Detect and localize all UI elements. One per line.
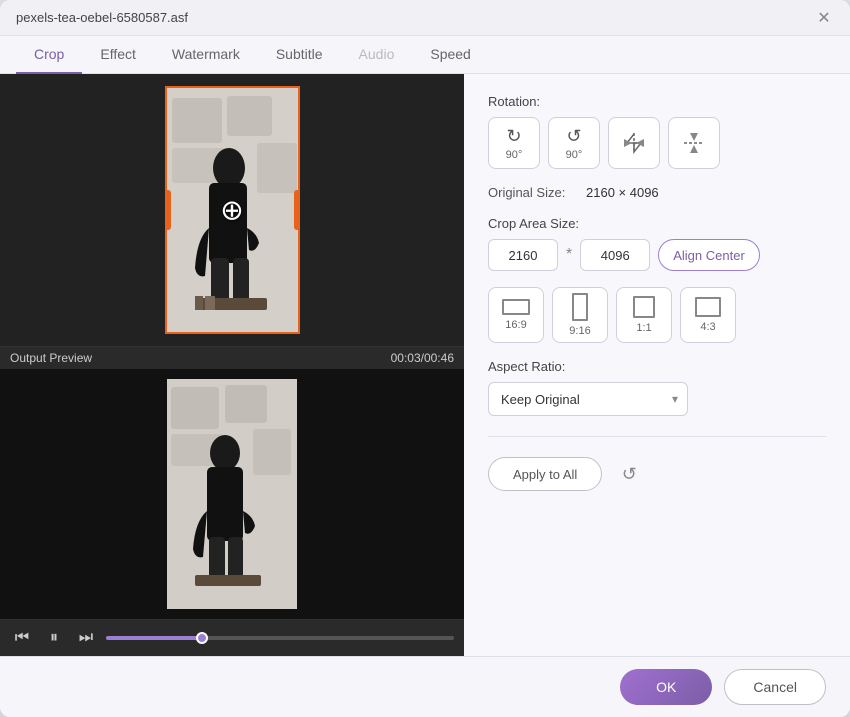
output-preview	[0, 369, 464, 619]
crop-size-sep: *	[566, 246, 572, 264]
rotation-section: Rotation: ↻ 90° ↺ 90°	[488, 94, 826, 169]
progress-thumb[interactable]	[196, 632, 208, 644]
flip-horizontal-button[interactable]	[608, 117, 660, 169]
original-size-value: 2160 × 4096	[586, 185, 659, 200]
playback-controls: ⏮ ⏸ ⏭	[0, 619, 464, 656]
prev-button[interactable]: ⏮	[10, 626, 34, 650]
tab-subtitle[interactable]: Subtitle	[258, 36, 341, 74]
output-frame-image	[167, 379, 297, 609]
progress-bar[interactable]	[106, 636, 454, 640]
cancel-button[interactable]: Cancel	[724, 669, 826, 705]
rotation-label: Rotation:	[488, 94, 826, 109]
reset-button[interactable]: ↺	[614, 459, 644, 489]
aspect-select-wrapper: Keep Original 16:9 9:16 1:1 4:3 Custom ▾	[488, 382, 688, 416]
main-content: ⊕ Output Preview 00:03/00:46	[0, 74, 850, 656]
align-center-button[interactable]: Align Center	[658, 239, 760, 271]
tab-bar: Crop Effect Watermark Subtitle Audio Spe…	[0, 36, 850, 74]
crop-height-input[interactable]	[580, 239, 650, 271]
footer: OK Cancel	[0, 656, 850, 717]
dialog-window: pexels-tea-oebel-6580587.asf ✕ Crop Effe…	[0, 0, 850, 717]
crop-size-row: * Align Center	[488, 239, 826, 271]
output-preview-label: Output Preview	[10, 351, 92, 365]
ratio-16-9-icon	[502, 299, 530, 315]
ratio-9-16-label: 9:16	[569, 325, 590, 337]
ratio-9-16-icon	[572, 293, 588, 321]
crop-handle-left[interactable]	[165, 190, 171, 230]
ratio-16-9-button[interactable]: 16:9	[488, 287, 544, 343]
aspect-ratio-label: Aspect Ratio:	[488, 359, 826, 374]
rotate-ccw-icon: ↺	[566, 126, 581, 147]
ratio-16-9-label: 16:9	[505, 319, 526, 331]
flip-v-icon	[682, 131, 706, 155]
flip-h-icon	[622, 131, 646, 155]
time-display: 00:03/00:46	[391, 351, 454, 365]
rotation-buttons: ↻ 90° ↺ 90°	[488, 117, 826, 169]
crop-area-section: Crop Area Size: * Align Center	[488, 216, 826, 271]
progress-fill	[106, 636, 203, 640]
original-size-section: Original Size: 2160 × 4096	[488, 185, 826, 200]
next-button[interactable]: ⏭	[74, 626, 98, 650]
tab-effect[interactable]: Effect	[82, 36, 154, 74]
settings-panel: Rotation: ↻ 90° ↺ 90°	[464, 74, 850, 656]
aspect-ratio-presets: 16:9 9:16 1:1	[488, 287, 826, 343]
tab-audio: Audio	[341, 36, 413, 74]
tab-watermark[interactable]: Watermark	[154, 36, 258, 74]
ratio-9-16-button[interactable]: 9:16	[552, 287, 608, 343]
flip-vertical-button[interactable]	[668, 117, 720, 169]
close-button[interactable]: ✕	[814, 8, 834, 28]
ratio-1-1-label: 1:1	[636, 322, 651, 334]
ok-button[interactable]: OK	[620, 669, 712, 705]
output-video-frame	[167, 379, 297, 609]
original-size-label: Original Size:	[488, 185, 578, 200]
apply-row: Apply to All ↺	[488, 457, 826, 491]
crop-frame[interactable]: ⊕	[165, 86, 300, 334]
ratio-1-1-icon	[633, 296, 655, 318]
tab-crop[interactable]: Crop	[16, 36, 82, 74]
crop-area-label: Crop Area Size:	[488, 216, 826, 231]
rotate-ccw-button[interactable]: ↺ 90°	[548, 117, 600, 169]
crop-width-input[interactable]	[488, 239, 558, 271]
video-panel: ⊕ Output Preview 00:03/00:46	[0, 74, 464, 656]
ratio-1-1-button[interactable]: 1:1	[616, 287, 672, 343]
ratio-4-3-button[interactable]: 4:3	[680, 287, 736, 343]
rotate-ccw-label: 90°	[566, 149, 583, 161]
rotate-cw-button[interactable]: ↻ 90°	[488, 117, 540, 169]
crop-handle-right[interactable]	[294, 190, 300, 230]
title-bar: pexels-tea-oebel-6580587.asf ✕	[0, 0, 850, 36]
divider	[488, 436, 826, 437]
ratio-4-3-icon	[695, 297, 721, 317]
rotate-cw-label: 90°	[506, 149, 523, 161]
dialog-title: pexels-tea-oebel-6580587.asf	[16, 10, 188, 25]
apply-to-all-button[interactable]: Apply to All	[488, 457, 602, 491]
output-preview-bar: Output Preview 00:03/00:46	[0, 346, 464, 369]
aspect-ratio-select[interactable]: Keep Original 16:9 9:16 1:1 4:3 Custom	[488, 382, 688, 416]
move-cursor-icon: ⊕	[220, 194, 243, 227]
aspect-ratio-section: Aspect Ratio: Keep Original 16:9 9:16 1:…	[488, 359, 826, 416]
ratio-4-3-label: 4:3	[700, 321, 715, 333]
tab-speed[interactable]: Speed	[412, 36, 488, 74]
input-preview: ⊕	[0, 74, 464, 346]
pause-button[interactable]: ⏸	[42, 626, 66, 650]
reset-icon: ↺	[622, 464, 637, 485]
rotate-cw-icon: ↻	[506, 126, 521, 147]
